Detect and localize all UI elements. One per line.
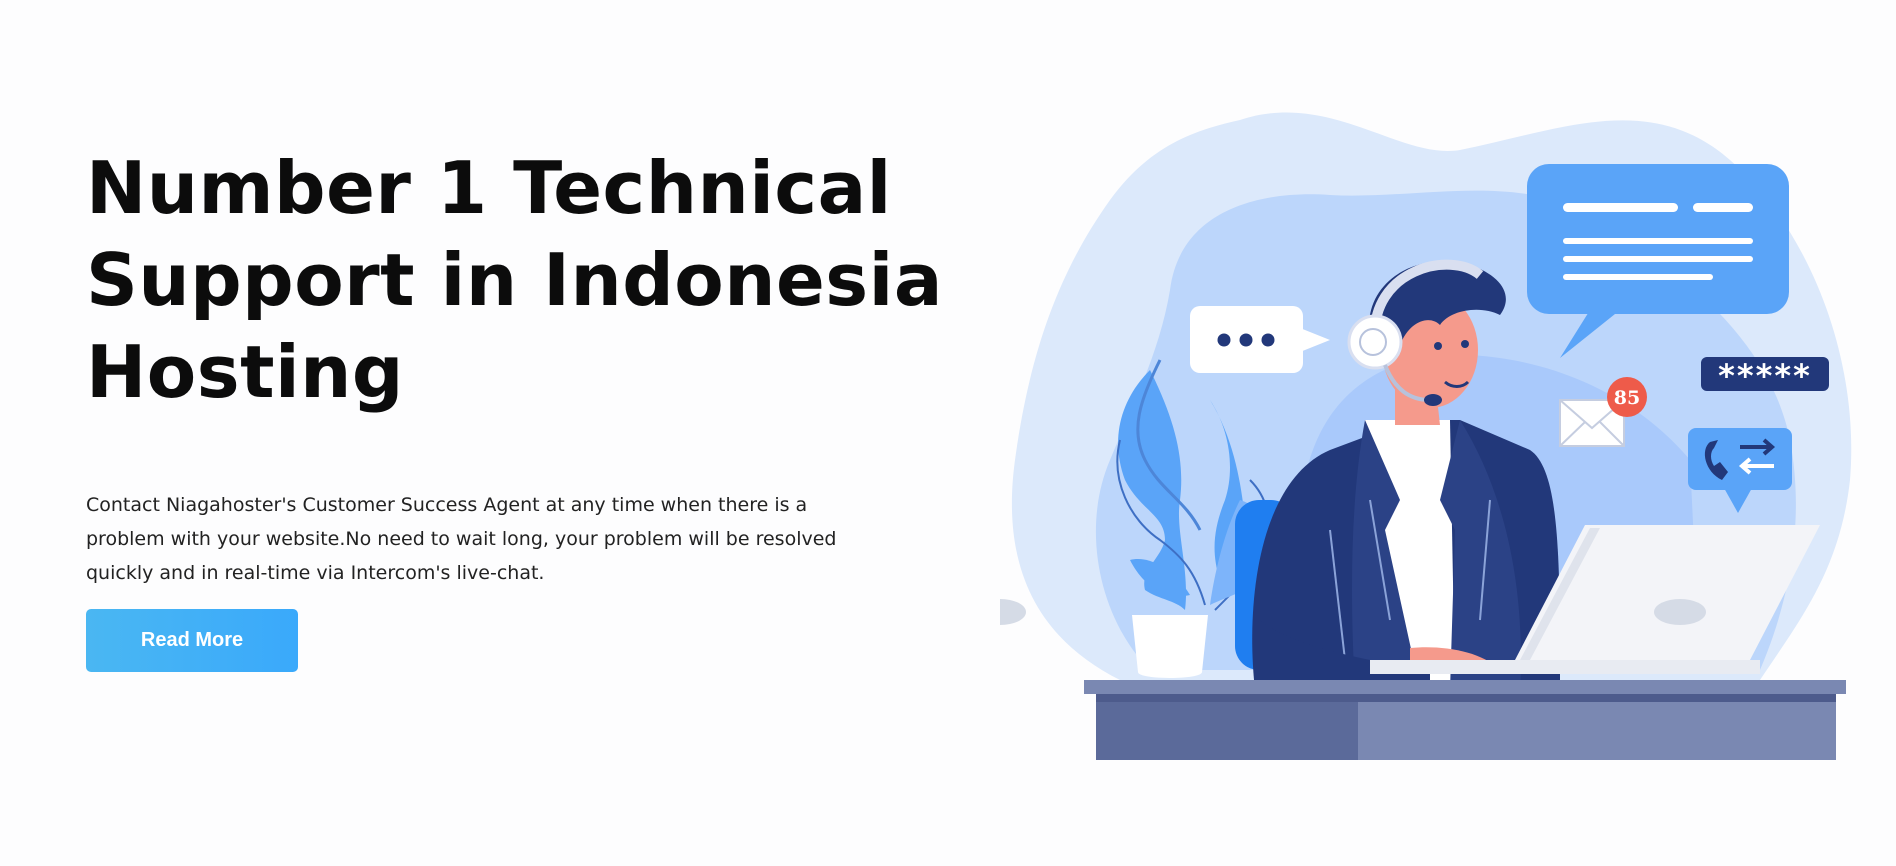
hero-description: Contact Niagahoster's Customer Success A… <box>86 494 837 584</box>
support-agent-illustration: 85 ***** <box>974 100 1860 760</box>
hero-section: Number 1 Technical Support in Indonesia … <box>86 142 946 672</box>
password-badge-icon: ***** <box>1701 357 1829 395</box>
page-title: Number 1 Technical Support in Indonesia … <box>86 146 943 414</box>
read-more-button[interactable]: Read More <box>86 609 298 672</box>
password-mask: ***** <box>1718 357 1812 395</box>
desk <box>1084 680 1846 760</box>
notification-count: 85 <box>1614 387 1640 409</box>
